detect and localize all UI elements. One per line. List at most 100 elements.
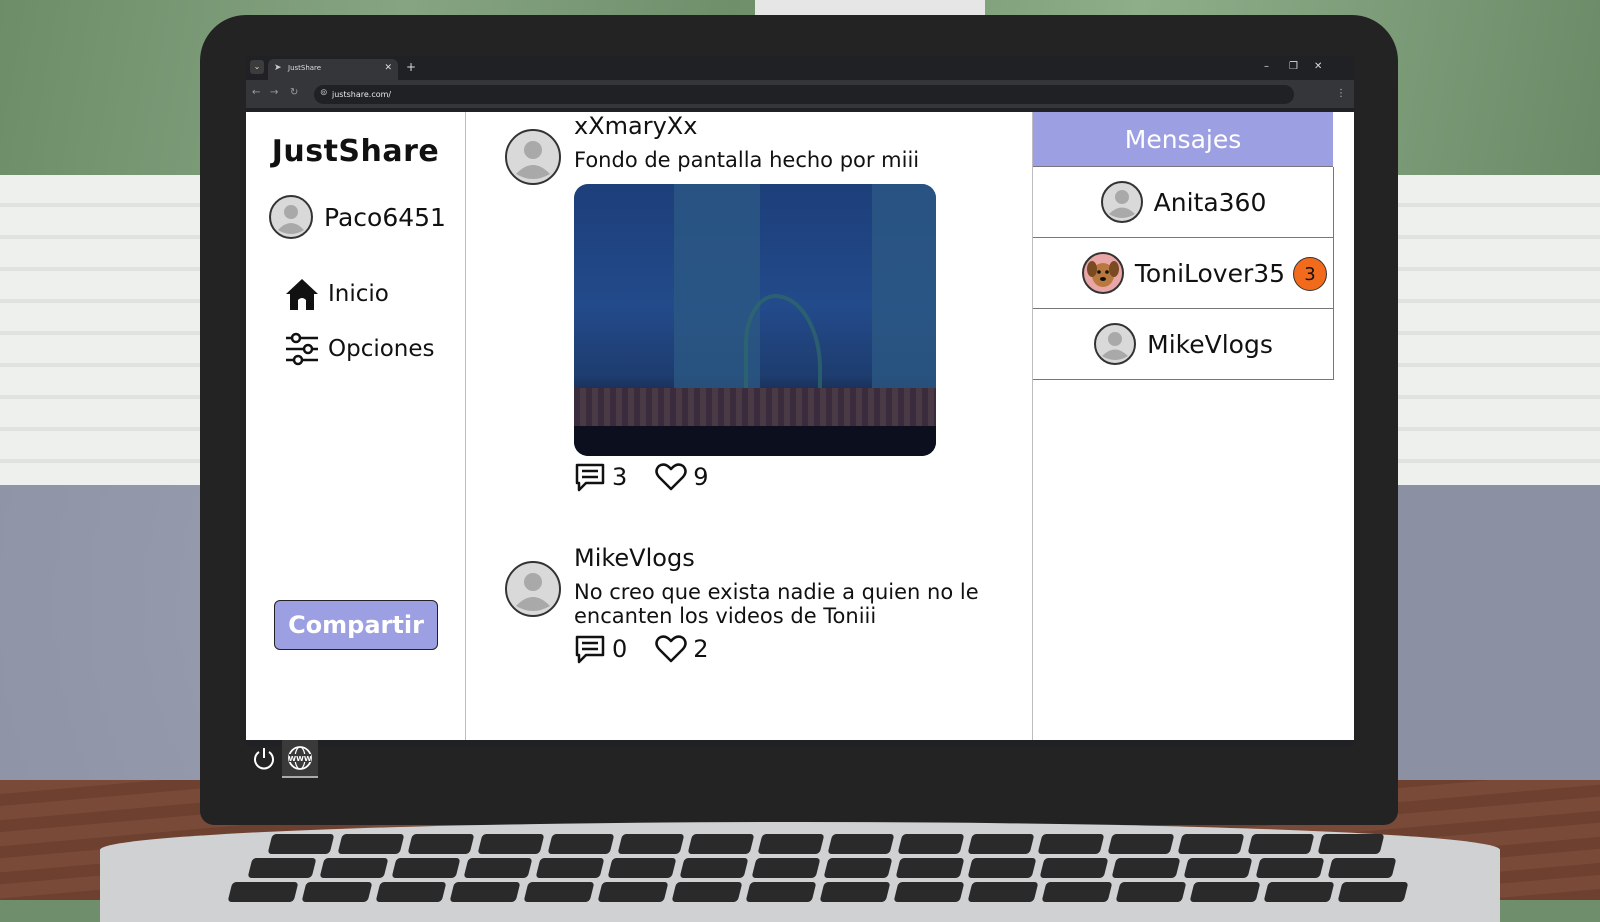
message-contact-name: Anita360 — [1153, 187, 1267, 217]
message-contact-name: MikeVlogs — [1147, 329, 1273, 359]
post-stats: 3 9 — [574, 462, 737, 492]
comments-button[interactable]: 3 — [574, 462, 627, 492]
feed: xXmaryXx Fondo de pantalla hecho por mii… — [466, 112, 1032, 740]
keyboard-key — [449, 882, 521, 902]
left-sidebar: JustShare Paco6451 Inicio Opciones Compa… — [246, 112, 466, 740]
reload-icon[interactable]: ↻ — [290, 87, 298, 98]
nav-item-inicio[interactable]: Inicio — [284, 276, 389, 312]
web-page: JustShare Paco6451 Inicio Opciones Compa… — [246, 112, 1354, 740]
keyboard-key — [1189, 882, 1261, 902]
back-icon[interactable]: ← — [252, 87, 260, 98]
keyboard-key — [247, 858, 317, 878]
keyboard-key — [679, 858, 749, 878]
like-button[interactable]: 9 — [655, 463, 709, 491]
avatar — [269, 195, 313, 239]
comment-icon — [575, 463, 605, 492]
keyboard-key — [1115, 882, 1187, 902]
keyboard-key — [1183, 858, 1253, 878]
laptop-keyboard — [227, 832, 1409, 902]
keyboard-key — [301, 882, 373, 902]
keyboard-key — [757, 834, 825, 854]
post-text: No creo que exista nadie a quien no le e… — [574, 580, 979, 628]
keyboard-key — [893, 882, 965, 902]
browser-menu-icon[interactable]: ⋮ — [1336, 88, 1346, 99]
keyboard-key — [1037, 834, 1105, 854]
message-item[interactable]: ToniLover35 3 — [1033, 238, 1334, 309]
url-input[interactable]: ⊚ justshare.com/ — [314, 85, 1294, 104]
like-count: 2 — [693, 635, 709, 663]
keyboard-key — [1107, 834, 1175, 854]
keyboard-key — [827, 834, 895, 854]
keyboard-key — [607, 858, 677, 878]
keyboard-key — [823, 858, 893, 878]
keyboard-key — [1255, 858, 1325, 878]
keyboard-key — [617, 834, 685, 854]
avatar — [1100, 181, 1143, 223]
comment-icon — [575, 635, 605, 664]
keyboard-key — [1327, 858, 1397, 878]
keyboard-key — [671, 882, 743, 902]
post-image[interactable] — [574, 184, 936, 456]
unread-badge: 3 — [1293, 257, 1327, 291]
window-close-icon[interactable]: ✕ — [1314, 61, 1322, 72]
like-button[interactable]: 2 — [655, 635, 709, 663]
sliders-icon — [286, 332, 318, 366]
messages-title: Mensajes — [1033, 112, 1333, 167]
message-contact-name: ToniLover35 — [1134, 258, 1286, 288]
os-taskbar: WWW — [246, 740, 1354, 780]
avatar — [1094, 323, 1137, 365]
keyboard-key — [391, 858, 461, 878]
keyboard-key — [319, 858, 389, 878]
keyboard-key — [1247, 834, 1315, 854]
current-user-name: Paco6451 — [324, 202, 446, 232]
keyboard-key — [895, 858, 965, 878]
browser-taskbar-button[interactable]: WWW — [282, 740, 318, 778]
browser-tab[interactable]: ➤ JustShare ✕ — [268, 59, 398, 80]
power-button[interactable] — [246, 740, 282, 776]
keyboard-key — [375, 882, 447, 902]
keyboard-key — [751, 858, 821, 878]
browser-tab-bar: ⌄ ➤ JustShare ✕ + – ❐ ✕ — [246, 56, 1354, 80]
post-author[interactable]: xXmaryXx — [574, 112, 697, 140]
avatar[interactable] — [504, 560, 562, 618]
keyboard-key — [687, 834, 755, 854]
keyboard-key — [523, 882, 595, 902]
restore-icon[interactable]: ❐ — [1289, 61, 1298, 72]
nav-item-label: Opciones — [328, 336, 435, 362]
svg-text:WWW: WWW — [288, 755, 311, 763]
keyboard-key — [547, 834, 615, 854]
keyboard-key — [407, 834, 475, 854]
message-item[interactable]: Anita360 — [1033, 167, 1334, 238]
comment-count: 3 — [612, 463, 628, 491]
image-ground — [574, 426, 936, 456]
post-author[interactable]: MikeVlogs — [574, 544, 695, 572]
keyboard-key — [1041, 882, 1113, 902]
new-tab-button[interactable]: + — [406, 61, 416, 73]
forward-icon[interactable]: → — [270, 87, 278, 98]
post-stats: 0 2 — [574, 634, 737, 664]
share-button[interactable]: Compartir — [274, 600, 438, 650]
message-item[interactable]: MikeVlogs — [1033, 309, 1334, 380]
nav-item-label: Inicio — [328, 281, 389, 307]
power-icon — [254, 748, 274, 770]
like-count: 9 — [693, 463, 709, 491]
keyboard-key — [1263, 882, 1335, 902]
site-info-icon[interactable]: ⊚ — [320, 88, 328, 98]
minimize-icon[interactable]: – — [1264, 61, 1269, 72]
nav-item-opciones[interactable]: Opciones — [284, 332, 435, 366]
current-user[interactable]: Paco6451 — [268, 194, 446, 240]
comments-button[interactable]: 0 — [574, 634, 627, 664]
tab-close-icon[interactable]: ✕ — [384, 63, 392, 73]
avatar[interactable] — [504, 128, 562, 186]
keyboard-key — [1111, 858, 1181, 878]
keyboard-key — [745, 882, 817, 902]
laptop-screen: ⌄ ➤ JustShare ✕ + – ❐ ✕ ← → ↻ ⊚ justshar… — [246, 56, 1354, 746]
keyboard-key — [1337, 882, 1409, 902]
keyboard-key — [463, 858, 533, 878]
keyboard-key — [337, 834, 405, 854]
app-logo[interactable]: JustShare — [246, 134, 465, 169]
comment-count: 0 — [612, 635, 628, 663]
url-text: justshare.com/ — [332, 90, 392, 99]
tab-search-button[interactable]: ⌄ — [250, 60, 264, 74]
keyboard-key — [1177, 834, 1245, 854]
